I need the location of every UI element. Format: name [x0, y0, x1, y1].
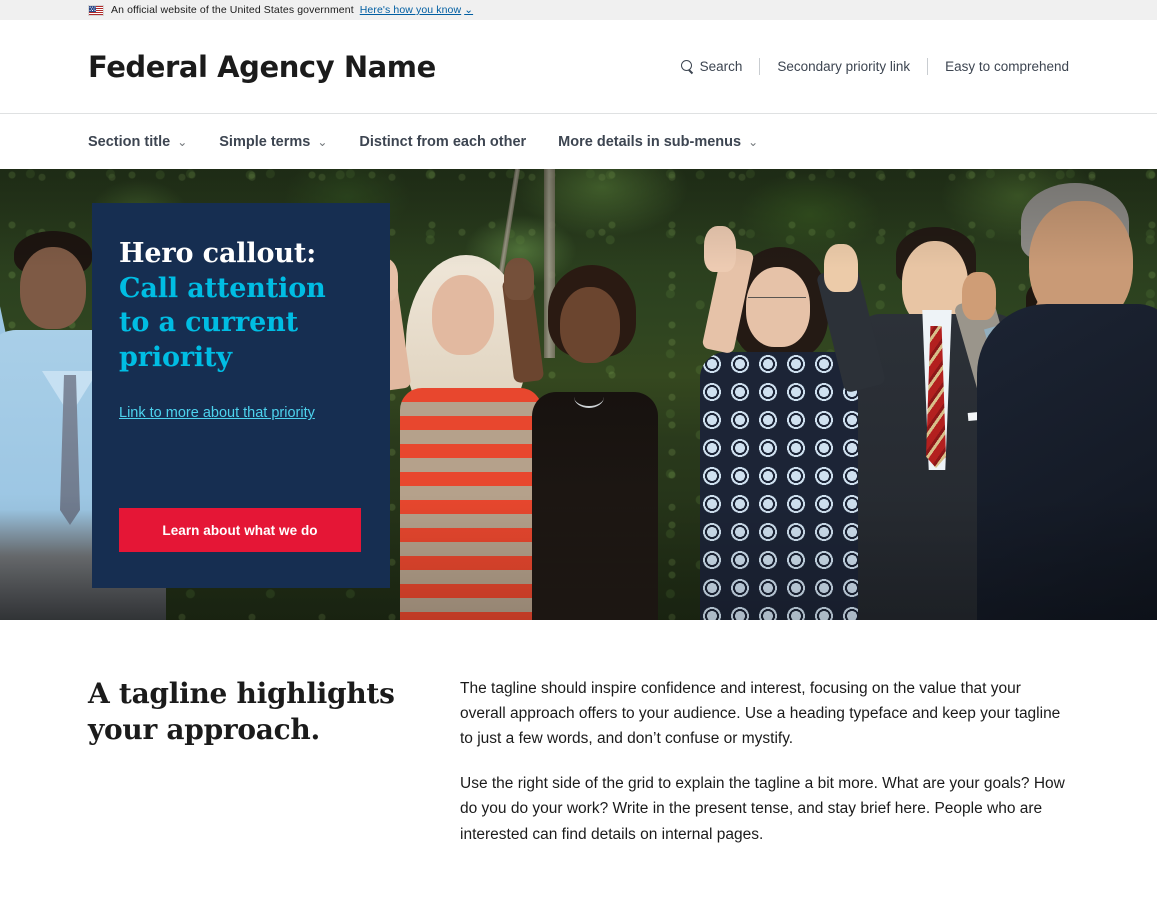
secondary-nav: Search Secondary priority link Easy to c…	[680, 58, 1069, 75]
heres-how-you-know-link[interactable]: Here's how you know ⌄	[360, 4, 473, 16]
search-icon	[680, 60, 694, 73]
learn-about-what-we-do-button[interactable]: Learn about what we do	[119, 508, 361, 552]
chevron-down-icon: ⌄	[464, 4, 474, 16]
chevron-down-icon: ⌄	[317, 134, 328, 149]
hero-heading-accent-line-2: to a current	[119, 307, 298, 339]
nav-item-label: Simple terms	[219, 133, 311, 150]
search-label: Search	[699, 59, 743, 74]
eyeglasses	[748, 297, 806, 308]
tagline-line-2: your approach.	[88, 713, 320, 747]
gov-banner: An official website of the United States…	[0, 0, 1157, 20]
head	[560, 287, 620, 363]
hero-heading-accent-line-1: Call attention	[119, 272, 326, 304]
hero-priority-link[interactable]: Link to more about that priority	[119, 405, 315, 421]
chevron-down-icon: ⌄	[177, 134, 188, 149]
secondary-priority-link[interactable]: Secondary priority link	[777, 59, 910, 74]
nav-item-label: Distinct from each other	[359, 133, 527, 150]
banner-link-label: Here's how you know	[359, 4, 462, 16]
agency-name: Federal Agency Name	[88, 49, 436, 84]
tagline-column: A tagline highlights your approach.	[88, 676, 424, 867]
body-paragraph-2: Use the right side of the grid to explai…	[460, 775, 1065, 843]
banner-text: An official website of the United States…	[111, 4, 354, 16]
nav-item-more-details-in-sub-menus[interactable]: More details in sub-menus ⌄	[558, 134, 758, 150]
tagline-section: A tagline highlights your approach. The …	[0, 620, 1157, 867]
easy-to-comprehend-link[interactable]: Easy to comprehend	[945, 59, 1069, 74]
us-flag-icon	[88, 4, 104, 16]
nav-divider	[759, 58, 761, 75]
nav-divider	[927, 58, 929, 75]
chevron-down-icon: ⌄	[748, 134, 759, 149]
nav-item-label: More details in sub-menus	[558, 133, 742, 150]
tagline-line-1: A tagline highlights	[88, 677, 395, 710]
nav-item-section-title[interactable]: Section title ⌄	[88, 134, 187, 150]
hero-section: Hero callout: Call attention to a curren…	[0, 169, 1157, 620]
head	[432, 275, 494, 355]
hero-heading-accent-line-3: priority	[119, 341, 232, 373]
body-paragraph-1: The tagline should inspire confidence an…	[460, 680, 1061, 748]
nav-item-label: Section title	[88, 133, 171, 150]
nav-item-distinct-from-each-other[interactable]: Distinct from each other	[359, 134, 526, 150]
hero-heading: Hero callout: Call attention to a curren…	[119, 237, 360, 375]
primary-nav: Section title ⌄ Simple terms ⌄ Distinct …	[0, 114, 1157, 169]
hero-callout-box: Hero callout: Call attention to a curren…	[92, 203, 390, 588]
nav-item-simple-terms[interactable]: Simple terms ⌄	[219, 134, 327, 150]
hero-heading-lead: Hero callout:	[119, 238, 317, 269]
search-link[interactable]: Search	[680, 59, 743, 74]
site-header: Federal Agency Name Search Secondary pri…	[0, 20, 1157, 114]
body-copy-column: The tagline should inspire confidence an…	[460, 676, 1069, 867]
tagline-heading: A tagline highlights your approach.	[88, 676, 424, 749]
